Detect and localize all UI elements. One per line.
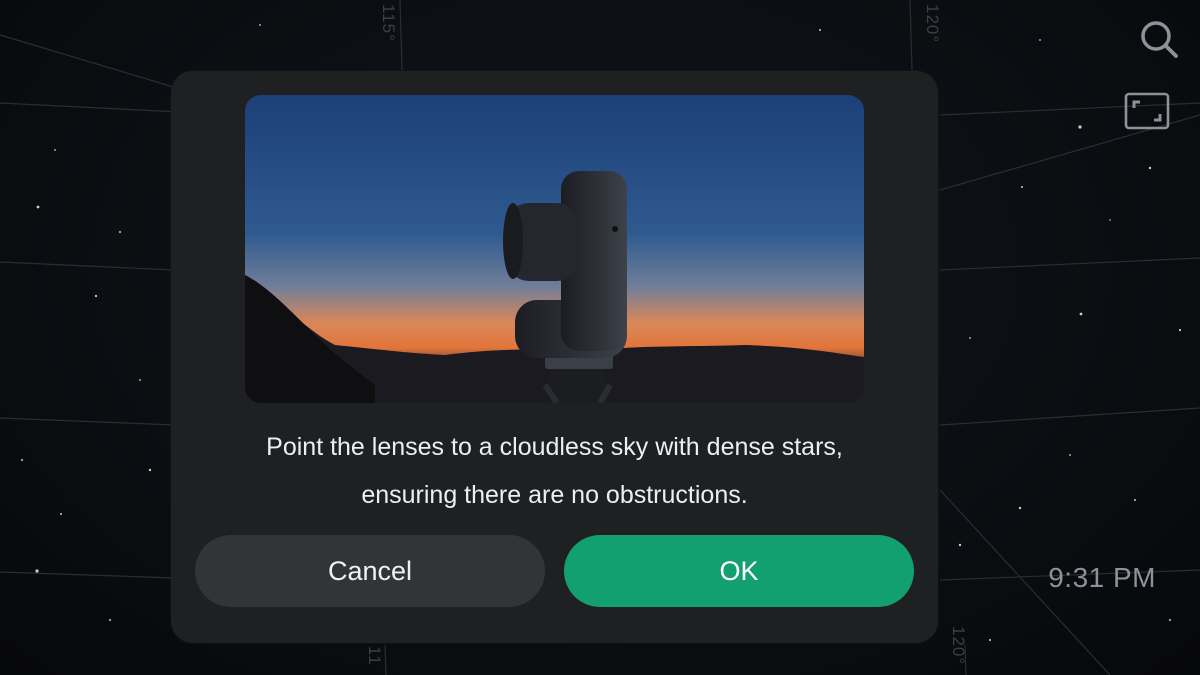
calibration-dialog: Point the lenses to a cloudless sky with… — [171, 71, 938, 643]
search-button[interactable] — [1134, 14, 1184, 64]
grid-label-115: 115° — [379, 4, 398, 42]
grid-label-11: 11 — [365, 646, 384, 666]
search-icon — [1141, 21, 1178, 58]
fullscreen-icon — [1124, 92, 1170, 130]
fullscreen-button[interactable] — [1122, 86, 1172, 136]
grid-label-120-top: 120° — [923, 4, 942, 44]
status-time: 9:31 PM — [1048, 562, 1156, 593]
telescope-illustration — [245, 95, 864, 403]
dialog-message-line-1: Point the lenses to a cloudless sky with… — [266, 433, 843, 461]
dialog-message: Point the lenses to a cloudless sky with… — [191, 423, 918, 519]
ok-button[interactable]: OK — [564, 535, 914, 607]
cancel-button[interactable]: Cancel — [195, 535, 545, 607]
dialog-message-line-2: ensuring there are no obstructions. — [361, 481, 748, 509]
grid-label-120-bottom: 120° — [949, 626, 968, 666]
